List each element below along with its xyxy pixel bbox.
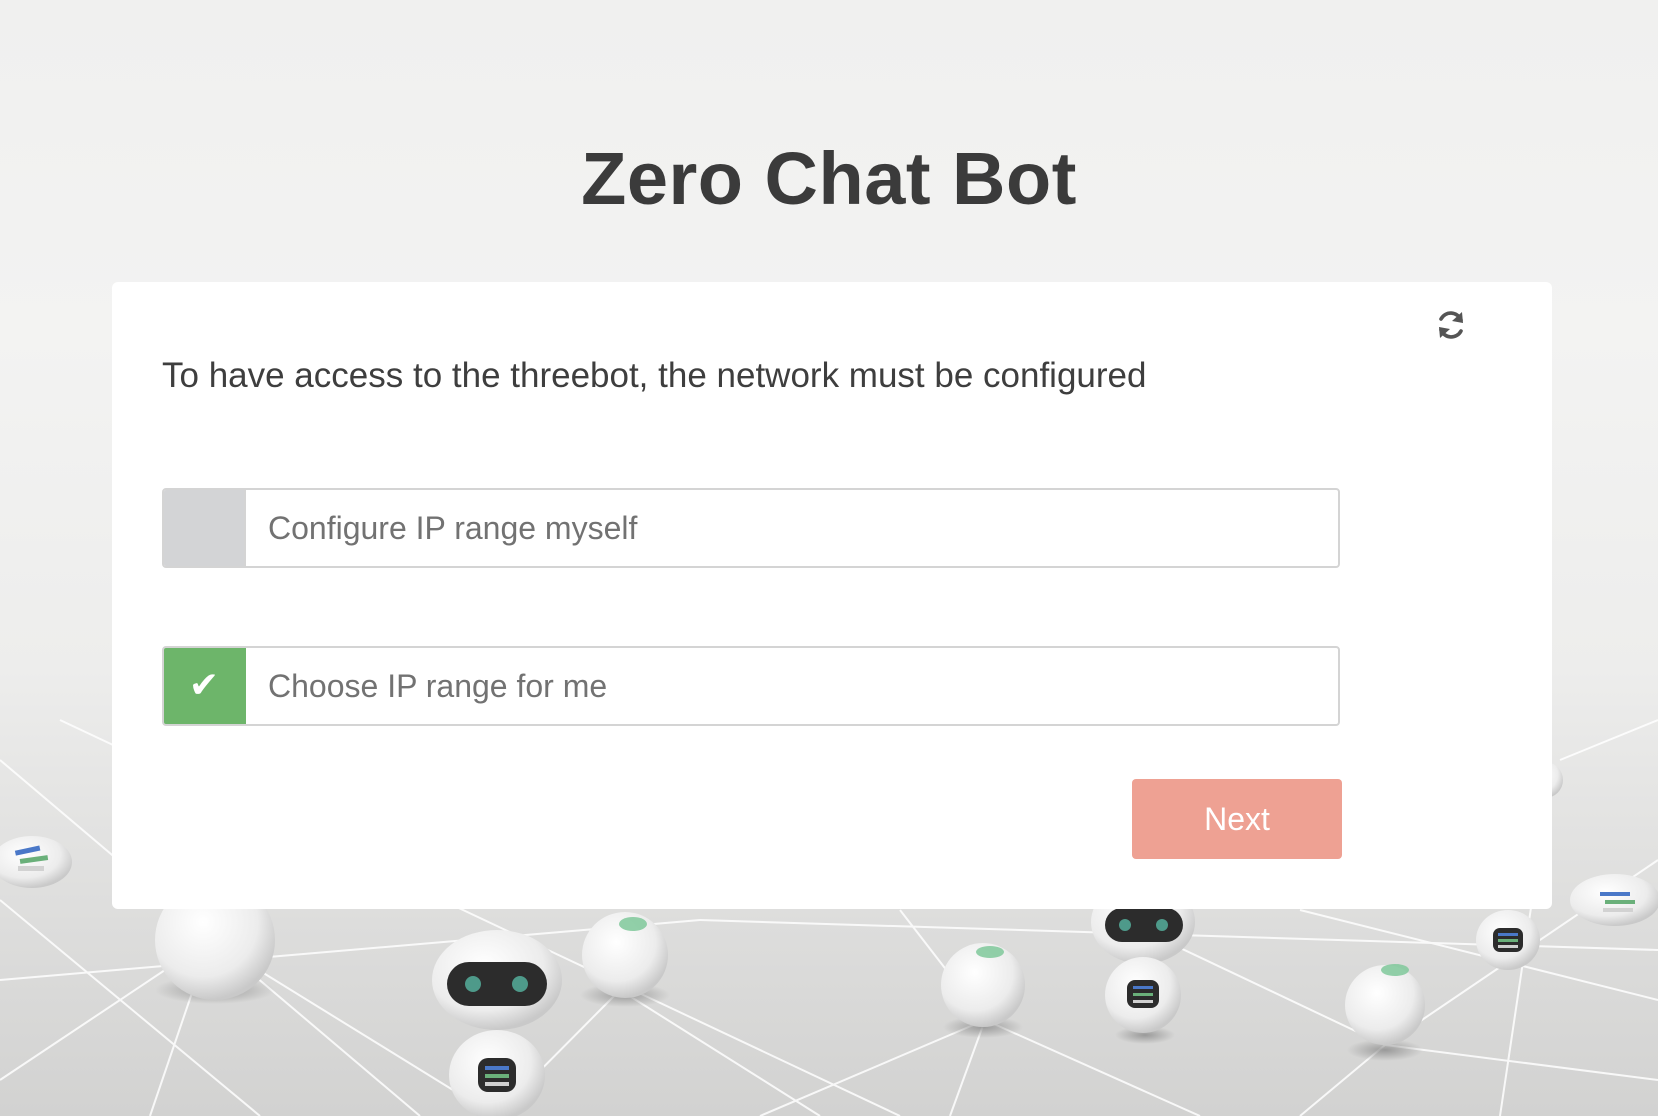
refresh-button[interactable] bbox=[1426, 300, 1476, 350]
option-label: Choose IP range for me bbox=[268, 667, 608, 704]
option-checkbox-checked[interactable]: ✔ bbox=[164, 648, 246, 724]
network-config-card: To have access to the threebot, the netw… bbox=[112, 282, 1552, 909]
option-label: Configure IP range myself bbox=[268, 509, 638, 546]
page-title: Zero Chat Bot bbox=[581, 136, 1077, 220]
option-checkbox-unchecked[interactable] bbox=[164, 490, 246, 566]
next-button[interactable]: Next bbox=[1132, 779, 1342, 859]
option-configure-ip-myself[interactable]: Configure IP range myself bbox=[162, 488, 1340, 568]
network-config-message: To have access to the threebot, the netw… bbox=[162, 356, 1147, 395]
refresh-icon bbox=[1439, 311, 1463, 339]
check-icon: ✔ bbox=[188, 665, 220, 706]
option-choose-ip-for-me[interactable]: ✔ Choose IP range for me bbox=[162, 646, 1340, 726]
